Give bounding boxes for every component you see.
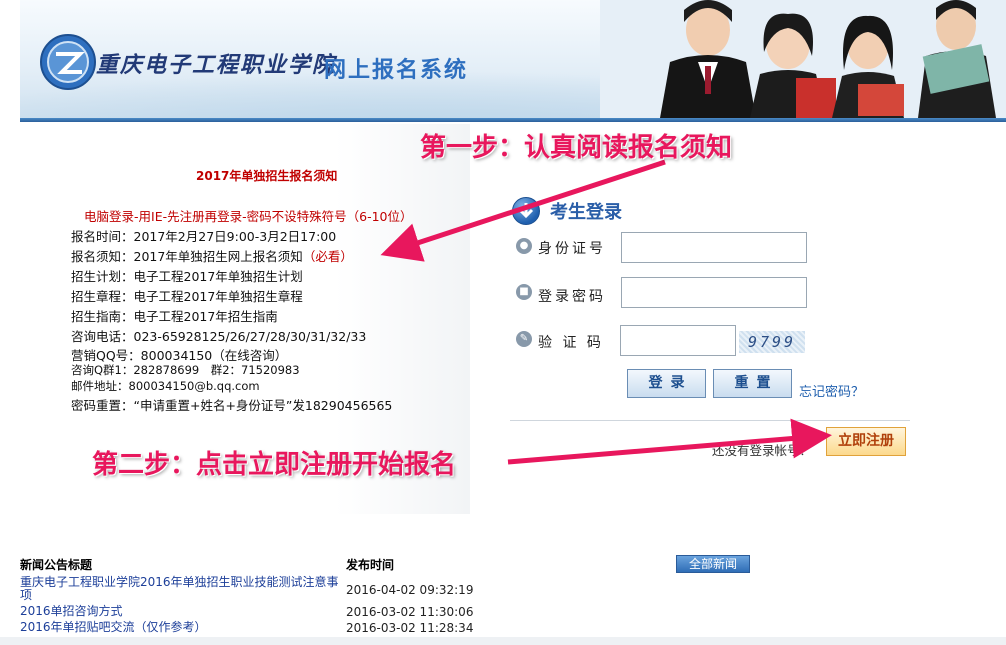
notice-warning: 电脑登录-用IE-先注册再登录-密码不设特殊符号（6-10位） — [84, 209, 413, 224]
news-item-title[interactable]: 重庆电子工程职业学院2016年单独招生职业技能测试注意事项 — [20, 576, 340, 602]
must-read-tag: （必看） — [302, 249, 353, 264]
step2-annotation: 第二步：点击立即注册开始报名 — [92, 450, 457, 480]
id-number-input[interactable] — [621, 232, 807, 263]
password-input[interactable] — [621, 277, 807, 308]
no-account-text: 还没有登录帐号？ — [712, 443, 813, 458]
notice-password-reset: 密码重置：“申请重置+姓名+身份证号”发18290456565 — [71, 398, 393, 413]
reset-button[interactable]: 重置 — [713, 369, 792, 398]
notice-enrollment-rules[interactable]: 招生章程：电子工程2017年单独招生章程 — [71, 286, 303, 305]
bottom-bar — [0, 637, 1006, 645]
news-item-title[interactable]: 2016单招咨询方式 — [20, 605, 123, 618]
notice-registration-guide[interactable]: 报名须知：2017年单独招生网上报名须知（必看） — [71, 246, 353, 265]
notice-title: 2017年单独招生报名须知 — [196, 169, 338, 183]
header-divider — [20, 118, 1006, 122]
news-item-time: 2016-04-02 09:32:19 — [346, 583, 474, 597]
captcha-image[interactable]: 9799 — [739, 331, 805, 353]
students-banner-image — [600, 0, 1006, 118]
school-name: 重庆电子工程职业学院 — [96, 52, 337, 78]
news-item-title[interactable]: 2016年单招贴吧交流（仅作参考） — [20, 621, 207, 634]
news-time-header: 发布时间 — [346, 558, 395, 572]
school-logo-icon — [40, 34, 96, 90]
all-news-button[interactable]: 全部新闻 — [676, 555, 750, 573]
notice-email: 邮件地址：800034150@b.qq.com — [71, 379, 260, 393]
system-name: 网上报名系统 — [324, 58, 469, 83]
captcha-label: 验 证 码 — [538, 335, 604, 351]
login-title: 考生登录 — [550, 202, 622, 223]
id-number-label: 身份证号 — [538, 241, 606, 257]
captcha-icon: ✎ — [516, 331, 532, 347]
notice-registration-time: 报名时间：2017年2月27日9:00-3月2日17:00 — [71, 229, 337, 244]
header-banner: 重庆电子工程职业学院 网上报名系统 — [20, 0, 1006, 118]
notice-registration-guide-link[interactable]: 报名须知：2017年单独招生网上报名须知 — [71, 249, 303, 264]
step1-annotation: 第一步：认真阅读报名须知 — [420, 133, 733, 163]
password-label: 登录密码 — [538, 289, 606, 305]
download-arrow-icon — [512, 197, 540, 225]
news-item-time: 2016-03-02 11:30:06 — [346, 605, 474, 619]
user-icon: ● — [516, 238, 532, 254]
notice-phone: 咨询电话：023-65928125/26/27/28/30/31/32/33 — [71, 329, 367, 344]
news-title-header: 新闻公告标题 — [20, 558, 93, 572]
register-now-button[interactable]: 立即注册 — [826, 427, 906, 456]
notice-enrollment-guide[interactable]: 招生指南：电子工程2017年招生指南 — [71, 306, 278, 325]
news-item-time: 2016-03-02 11:28:34 — [346, 621, 474, 635]
notice-qq-groups: 咨询Q群1：282878699 群2：71520983 — [71, 363, 300, 377]
captcha-input[interactable] — [620, 325, 736, 356]
forgot-password-link[interactable]: 忘记密码？ — [799, 381, 864, 400]
lock-icon: ■ — [516, 284, 532, 300]
login-divider — [510, 420, 910, 421]
login-button[interactable]: 登录 — [627, 369, 706, 398]
notice-enrollment-plan[interactable]: 招生计划：电子工程2017年单独招生计划 — [71, 266, 303, 285]
